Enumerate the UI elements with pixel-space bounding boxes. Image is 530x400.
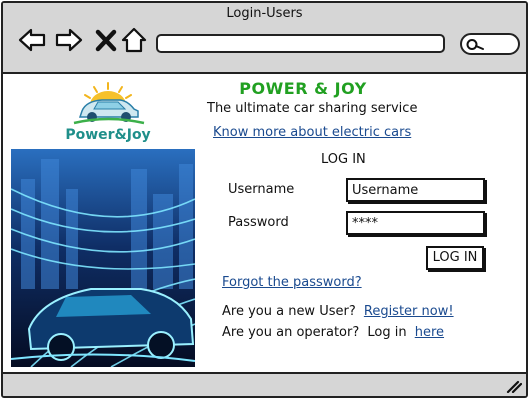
close-icon bbox=[95, 29, 117, 52]
username-label: Username bbox=[228, 182, 295, 197]
forgot-password-link[interactable]: Forgot the password? bbox=[222, 275, 362, 290]
logo-text: Power&Joy bbox=[65, 127, 151, 143]
resize-grip-icon[interactable] bbox=[506, 379, 522, 393]
status-bar bbox=[3, 372, 526, 396]
home-icon bbox=[121, 27, 147, 53]
window-title: Login-Users bbox=[226, 6, 303, 21]
back-button[interactable] bbox=[17, 25, 47, 55]
address-bar[interactable] bbox=[156, 34, 445, 53]
register-link[interactable]: Register now! bbox=[364, 304, 454, 319]
arrow-right-icon bbox=[55, 28, 83, 52]
power-joy-logo: Power&Joy bbox=[48, 79, 168, 145]
brand-title: POWER & JOY bbox=[239, 79, 367, 98]
password-input[interactable] bbox=[346, 211, 485, 235]
electric-car-image bbox=[11, 149, 195, 367]
search-icon bbox=[466, 39, 484, 50]
new-user-text: Are you a new User? bbox=[222, 304, 356, 319]
browser-toolbar: Login-Users bbox=[3, 3, 526, 74]
browser-window: Login-Users Power&Joy POWER & JOY The ul… bbox=[1, 1, 528, 398]
arrow-left-icon bbox=[18, 28, 46, 52]
operator-row: Are you an operator? Log in here bbox=[222, 325, 444, 340]
search-field[interactable] bbox=[460, 33, 520, 55]
car-sun-logo-icon bbox=[73, 82, 145, 125]
know-more-link[interactable]: Know more about electric cars bbox=[213, 125, 411, 140]
home-button[interactable] bbox=[119, 25, 147, 55]
tagline: The ultimate car sharing service bbox=[207, 101, 418, 116]
new-user-row: Are you a new User? Register now! bbox=[222, 304, 454, 319]
password-label: Password bbox=[228, 215, 289, 230]
operator-text: Are you an operator? bbox=[222, 325, 360, 340]
forward-button[interactable] bbox=[54, 25, 84, 55]
electric-car-illustration bbox=[11, 149, 195, 367]
login-heading: LOG IN bbox=[321, 152, 366, 167]
login-button[interactable]: LOG IN bbox=[426, 246, 484, 270]
operator-login-text: Log in bbox=[367, 325, 407, 340]
stop-button[interactable] bbox=[91, 25, 117, 55]
operator-login-link[interactable]: here bbox=[415, 325, 444, 340]
username-input[interactable] bbox=[346, 178, 485, 202]
